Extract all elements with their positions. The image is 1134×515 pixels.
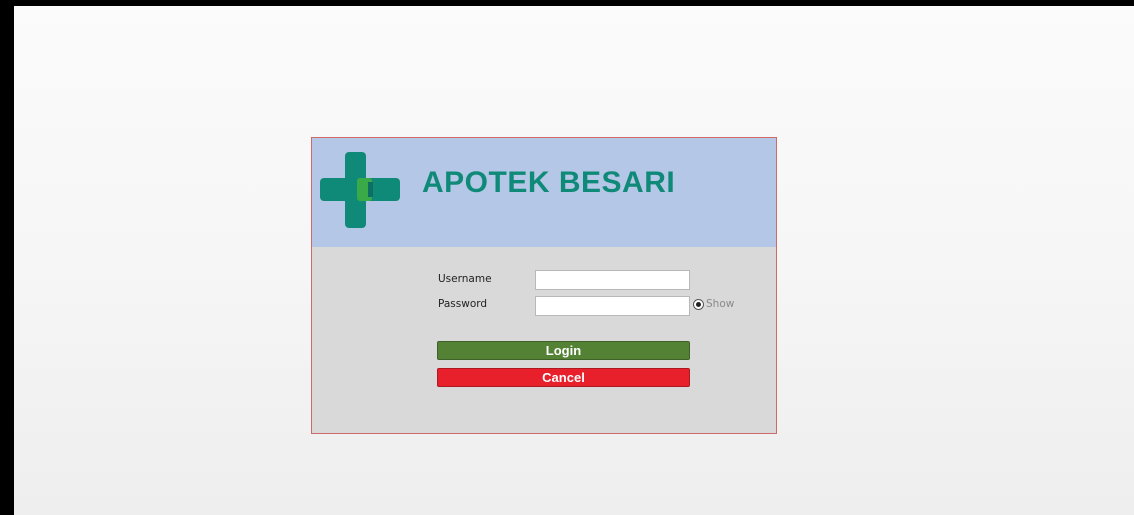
radio-selected-dot xyxy=(696,301,701,307)
app-title: APOTEK BESARI xyxy=(422,166,676,199)
password-input[interactable] xyxy=(535,296,690,316)
password-label: Password xyxy=(438,298,488,310)
cancel-button[interactable]: Cancel xyxy=(437,368,690,387)
radio-button-icon[interactable] xyxy=(693,298,704,310)
username-input[interactable] xyxy=(535,270,690,290)
login-button[interactable]: Login xyxy=(437,341,690,360)
show-password-toggle[interactable]: Show xyxy=(693,298,734,310)
medical-cross-icon xyxy=(320,152,400,228)
login-header: APOTEK BESARI xyxy=(312,138,776,247)
username-label: Username xyxy=(438,273,492,285)
login-window: APOTEK BESARI Username Password Show Log… xyxy=(311,137,777,434)
show-password-label[interactable]: Show xyxy=(706,298,734,310)
screen-left-bar xyxy=(0,0,14,515)
